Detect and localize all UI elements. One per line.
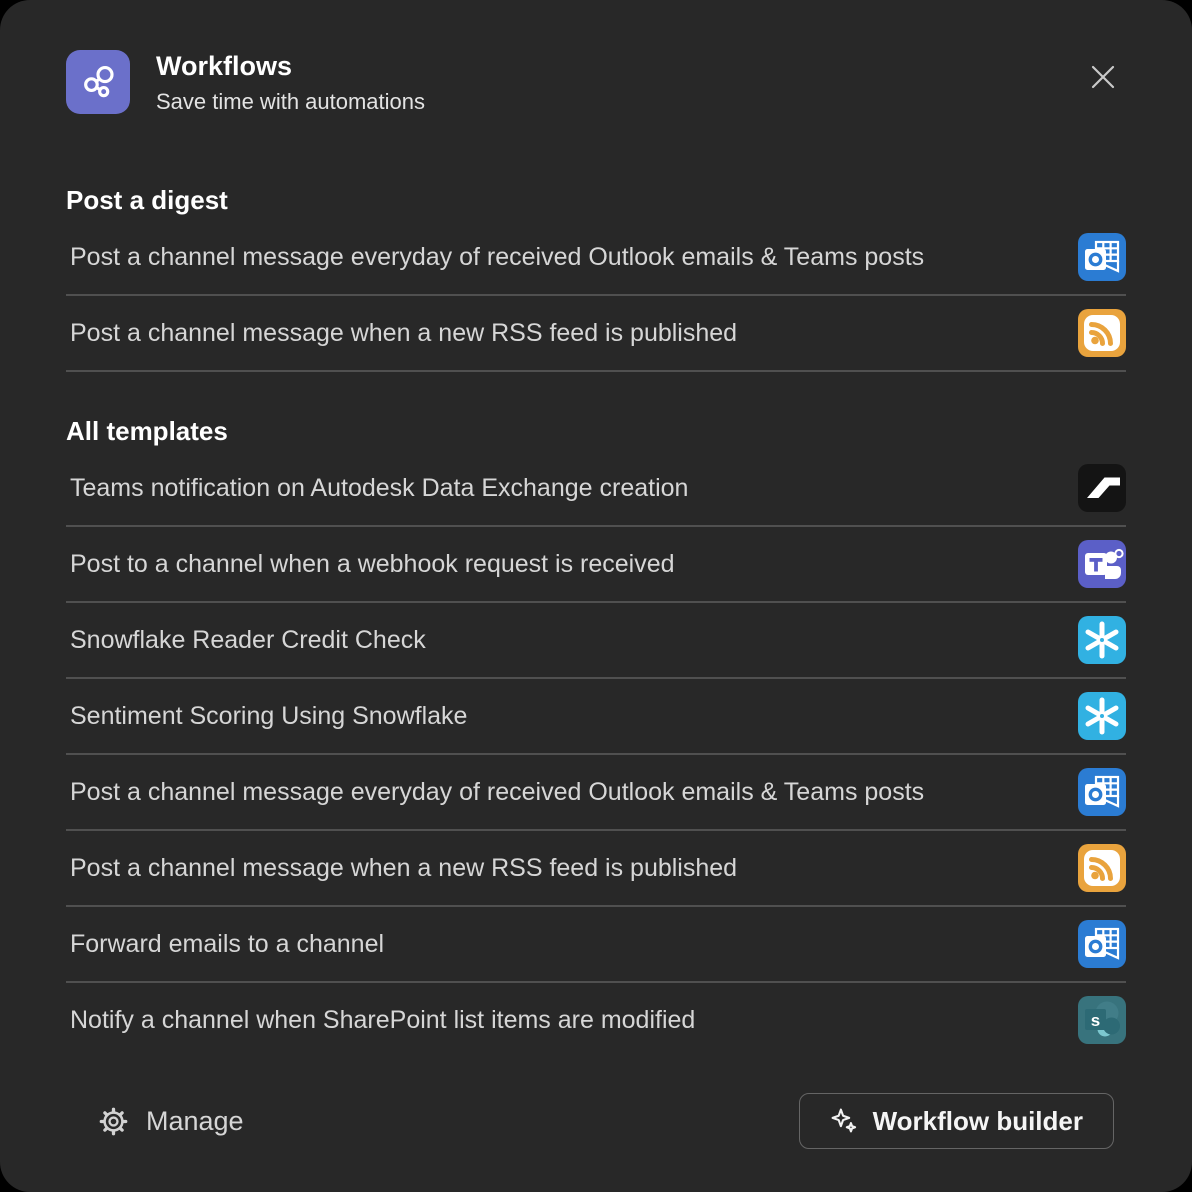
template-row-label: Post to a channel when a webhook request… [66,550,1068,579]
template-row[interactable]: Post a channel message when a new RSS fe… [66,296,1126,372]
manage-button[interactable]: Manage [98,1106,244,1137]
manage-label: Manage [146,1106,244,1137]
dialog-titles: Workflows Save time with automations [156,50,425,115]
template-row[interactable]: Teams notification on Autodesk Data Exch… [66,451,1126,527]
section-heading: All templates [66,416,1126,447]
template-row[interactable]: Snowflake Reader Credit Check [66,603,1126,679]
snowflake-icon [1078,616,1126,664]
sharepoint-icon: s [1078,996,1126,1044]
template-row[interactable]: Sentiment Scoring Using Snowflake [66,679,1126,755]
close-button[interactable] [1080,54,1126,100]
template-row-label: Post a channel message everyday of recei… [66,243,1068,272]
gear-icon [98,1106,129,1137]
template-row-label: Snowflake Reader Credit Check [66,626,1068,655]
dialog-header: Workflows Save time with automations [66,50,1126,115]
template-row-label: Post a channel message when a new RSS fe… [66,854,1068,883]
template-row[interactable]: Post a channel message everyday of recei… [66,755,1126,831]
template-row[interactable]: Forward emails to a channel [66,907,1126,983]
section-heading: Post a digest [66,185,1126,216]
outlook-icon [1078,233,1126,281]
sparkle-icon [830,1107,858,1135]
outlook-icon [1078,920,1126,968]
dialog-title: Workflows [156,51,425,82]
workflow-builder-label: Workflow builder [873,1106,1083,1137]
dialog-subtitle: Save time with automations [156,89,425,115]
close-icon [1088,62,1118,92]
template-row[interactable]: Post a channel message when a new RSS fe… [66,831,1126,907]
template-row-label: Forward emails to a channel [66,930,1068,959]
teams-icon [1078,540,1126,588]
template-row-label: Teams notification on Autodesk Data Exch… [66,474,1068,503]
template-row-label: Notify a channel when SharePoint list it… [66,1006,1068,1035]
template-row[interactable]: Post to a channel when a webhook request… [66,527,1126,603]
svg-text:s: s [1091,1011,1100,1030]
dialog-footer: Manage Workflow builder [66,1093,1126,1149]
workflows-dialog: Workflows Save time with automations Pos… [0,0,1192,1192]
template-row-label: Post a channel message when a new RSS fe… [66,319,1068,348]
template-section: All templates Teams notification on Autod… [66,416,1126,1057]
workflow-share-icon [66,50,130,114]
template-row-label: Post a channel message everyday of recei… [66,778,1068,807]
outlook-icon [1078,768,1126,816]
rss-icon [1078,309,1126,357]
workflow-builder-button[interactable]: Workflow builder [799,1093,1114,1149]
template-section: Post a digest Post a channel message ever… [66,185,1126,372]
template-row[interactable]: Notify a channel when SharePoint list it… [66,983,1126,1057]
rss-icon [1078,844,1126,892]
template-sections: Post a digest Post a channel message ever… [66,115,1126,1057]
template-row[interactable]: Post a channel message everyday of recei… [66,220,1126,296]
template-row-label: Sentiment Scoring Using Snowflake [66,702,1068,731]
snowflake-icon [1078,692,1126,740]
autodesk-icon [1078,464,1126,512]
